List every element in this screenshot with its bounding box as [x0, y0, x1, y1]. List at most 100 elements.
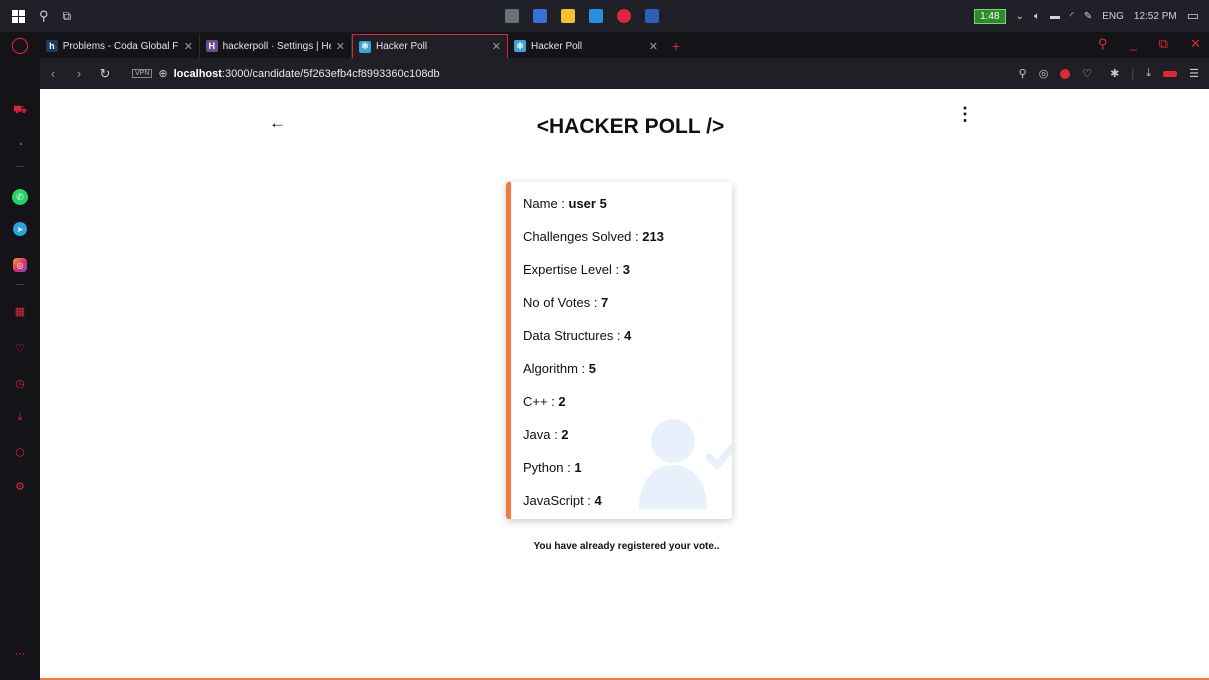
chevron-up-icon[interactable]: ⌄ [1016, 11, 1024, 22]
page-content: ← <HACKER POLL /> ⋮ Name : user 5 Challe… [40, 89, 1209, 680]
field-value: 5 [588, 361, 596, 376]
extensions-cube-icon[interactable]: ⬡ [13, 445, 27, 459]
settings-gear-icon[interactable]: ⚙ [13, 479, 27, 493]
divider: | [1131, 67, 1135, 80]
vpn-badge[interactable]: VPN [132, 69, 153, 78]
field-value: user 5 [568, 196, 607, 211]
field-value: 1 [574, 460, 582, 475]
close-icon[interactable]: ✕ [649, 40, 658, 53]
field-data-structures: Data Structures : 4 [523, 328, 631, 343]
user-check-icon [639, 419, 732, 509]
close-window-icon[interactable]: ✕ [1190, 36, 1201, 52]
field-label: C++ : [523, 394, 559, 409]
field-value: 7 [601, 295, 609, 310]
wifi-icon[interactable]: ◜ [1070, 11, 1074, 22]
field-value: 213 [642, 229, 664, 244]
telegram-icon[interactable]: ➤ [13, 222, 27, 236]
restore-icon[interactable]: ⧉ [1159, 36, 1168, 52]
tab-hacker-poll[interactable]: ⚛ Hacker Poll ✕ [508, 34, 664, 58]
field-label: Expertise Level : [523, 262, 623, 277]
search-icon[interactable]: ⚲ [39, 8, 49, 24]
close-icon[interactable]: ✕ [336, 40, 345, 53]
tab-title: Hacker Poll [531, 40, 583, 52]
instagram-icon[interactable]: ◎ [13, 258, 27, 272]
extensions-icon[interactable]: ✱ [1110, 67, 1119, 80]
heart-icon[interactable]: ♡ [1082, 67, 1092, 80]
mail-app-icon[interactable] [505, 9, 519, 23]
download-icon[interactable]: ⤓ [1146, 67, 1151, 80]
page-title: <HACKER POLL /> [536, 115, 725, 138]
tab-heroku[interactable]: H hackerpoll · Settings | Herol ✕ [200, 34, 352, 58]
field-label: Name : [523, 196, 569, 211]
file-explorer-icon[interactable] [561, 9, 575, 23]
downloads-icon[interactable]: ⤓ [13, 410, 27, 424]
volume-icon[interactable]: 🔈︎ [1034, 11, 1040, 22]
adblock-shield-icon[interactable] [1060, 68, 1071, 79]
notification-icon[interactable]: ▭ [1187, 8, 1199, 24]
field-label: Java : [523, 427, 562, 442]
bookmarks-heart-icon[interactable]: ♡ [13, 341, 27, 355]
field-algorithm: Algorithm : 5 [523, 361, 596, 376]
tab-coda[interactable]: h Problems - Coda Global Fu ✕ [40, 34, 200, 58]
calculator-app-icon[interactable] [533, 9, 547, 23]
field-value: 4 [594, 493, 602, 508]
field-value: 4 [624, 328, 632, 343]
battery-saver-icon[interactable] [1163, 70, 1178, 77]
vscode-icon[interactable] [589, 9, 603, 23]
field-name: Name : user 5 [523, 196, 607, 211]
task-view-icon[interactable]: ⧉ [63, 9, 72, 24]
heroku-favicon-icon: H [206, 40, 218, 52]
speed-dial-icon[interactable]: ◔ [13, 138, 27, 152]
close-icon[interactable]: ✕ [184, 40, 193, 53]
word-app-icon[interactable] [645, 9, 659, 23]
field-no-of-votes: No of Votes : 7 [523, 295, 608, 310]
search-icon[interactable]: ⚲ [1019, 67, 1027, 80]
field-label: Challenges Solved : [523, 229, 643, 244]
pen-icon[interactable]: ✎ [1084, 11, 1092, 22]
reload-icon[interactable]: ↻ [92, 66, 118, 82]
globe-icon[interactable]: ⊕ [158, 67, 167, 80]
forward-nav-icon[interactable]: › [66, 66, 92, 81]
field-label: Python : [523, 460, 575, 475]
field-value: 3 [622, 262, 630, 277]
tab-title: hackerpoll · Settings | Herol [222, 40, 331, 52]
easy-setup-icon[interactable]: ☰ [1189, 67, 1199, 80]
back-nav-icon[interactable]: ‹ [40, 66, 66, 81]
field-java: Java : 2 [523, 427, 569, 442]
sidebar-divider [16, 284, 24, 285]
window-controls: ⚲ _ ⧉ ✕ [1098, 36, 1201, 52]
clock[interactable]: 12:52 PM [1134, 11, 1177, 22]
more-options-icon[interactable]: ⋯ [13, 646, 27, 660]
url-field[interactable]: localhost:3000/candidate/5f263efb4cf8993… [174, 68, 440, 80]
tab-hacker-poll-active[interactable]: ⚛ Hacker Poll ✕ [352, 34, 508, 58]
opera-menu-icon[interactable]: ◯ [0, 32, 40, 58]
battery-icon[interactable]: ▬ [1050, 11, 1060, 22]
field-python: Python : 1 [523, 460, 582, 475]
field-value: 2 [561, 427, 569, 442]
search-tabs-icon[interactable]: ⚲ [1098, 36, 1108, 52]
tab-title: Hacker Poll [376, 41, 428, 52]
field-label: No of Votes : [523, 295, 602, 310]
whatsapp-icon[interactable]: ✆ [12, 189, 28, 205]
tab-title: Problems - Coda Global Fu [62, 40, 179, 52]
sidebar-divider [16, 166, 24, 167]
field-cpp: C++ : 2 [523, 394, 566, 409]
language-indicator[interactable]: ENG [1102, 11, 1124, 22]
camera-icon[interactable]: ◎ [1039, 67, 1049, 80]
battery-indicator[interactable]: 1:48 [974, 8, 1006, 24]
workspaces-icon[interactable]: ▦ [13, 304, 27, 318]
history-icon[interactable]: ◷ [13, 376, 27, 390]
field-expertise-level: Expertise Level : 3 [523, 262, 630, 277]
candidate-card: Name : user 5 Challenges Solved : 213 Ex… [506, 182, 732, 519]
minimize-icon[interactable]: _ [1130, 36, 1137, 52]
opera-app-icon[interactable] [617, 9, 631, 23]
windows-start-icon[interactable] [12, 9, 25, 23]
more-vertical-icon[interactable]: ⋮ [956, 105, 974, 123]
field-challenges-solved: Challenges Solved : 213 [523, 229, 664, 244]
shopping-icon[interactable]: ⛟ [13, 104, 27, 118]
new-tab-button[interactable]: + [664, 34, 688, 58]
field-javascript: JavaScript : 4 [523, 493, 602, 508]
react-favicon-icon: ⚛ [359, 40, 371, 53]
close-icon[interactable]: ✕ [492, 40, 501, 53]
react-favicon-icon: ⚛ [514, 40, 526, 52]
